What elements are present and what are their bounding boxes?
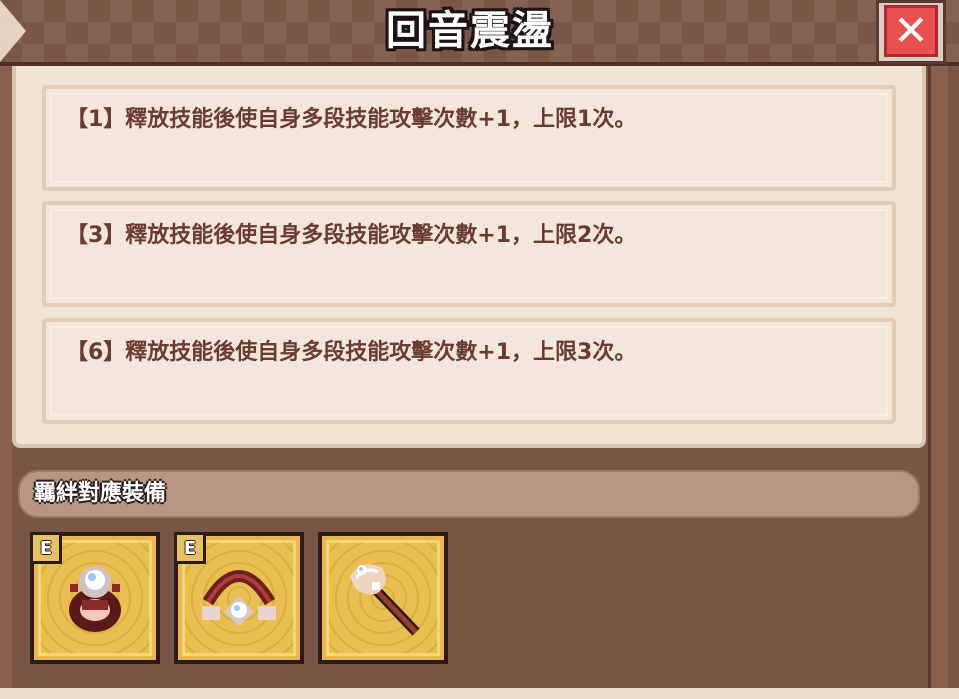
gem-ring-icon — [69, 566, 121, 632]
bottom-frame — [0, 688, 959, 699]
effect-tier-6: 【6】釋放技能後使自身多段技能攻擊次數+1，上限3次。 — [42, 318, 896, 424]
equipped-badge: E — [174, 532, 206, 564]
header-left-cap — [0, 0, 26, 62]
equipped-badge: E — [30, 532, 62, 564]
gem-bracelet-icon — [202, 570, 276, 626]
effect-text: 【6】釋放技能後使自身多段技能攻擊次數+1，上限3次。 — [66, 340, 637, 365]
equipment-slot-staff[interactable] — [318, 532, 448, 664]
effect-tier-3: 【3】釋放技能後使自身多段技能攻擊次數+1，上限2次。 — [42, 201, 896, 307]
page-title: 回音震盪 — [386, 8, 554, 54]
effect-text: 【1】釋放技能後使自身多段技能攻擊次數+1，上限1次。 — [66, 107, 637, 132]
scrollbar-track[interactable] — [928, 66, 948, 699]
panel-header: 回音震盪 — [0, 0, 959, 66]
effect-text: 【3】釋放技能後使自身多段技能攻擊次數+1，上限2次。 — [66, 223, 637, 248]
trait-detail-panel: 回音震盪 ✕ 【1】釋放技能後使自身多段技能攻擊次數+1，上限1次。 【3】釋放… — [0, 0, 959, 699]
equipment-section-header: 羈絆對應裝備 — [18, 470, 920, 518]
close-button[interactable]: ✕ — [876, 0, 946, 64]
effect-tier-1: 【1】釋放技能後使自身多段技能攻擊次數+1，上限1次。 — [42, 85, 896, 191]
gem-staff-icon — [350, 564, 420, 636]
section-title: 羈絆對應裝備 — [34, 481, 167, 506]
equipment-slot-ring[interactable]: E — [30, 532, 160, 664]
close-icon[interactable]: ✕ — [884, 5, 938, 57]
equipment-slot-bracelet[interactable]: E — [174, 532, 304, 664]
left-frame — [0, 66, 12, 699]
